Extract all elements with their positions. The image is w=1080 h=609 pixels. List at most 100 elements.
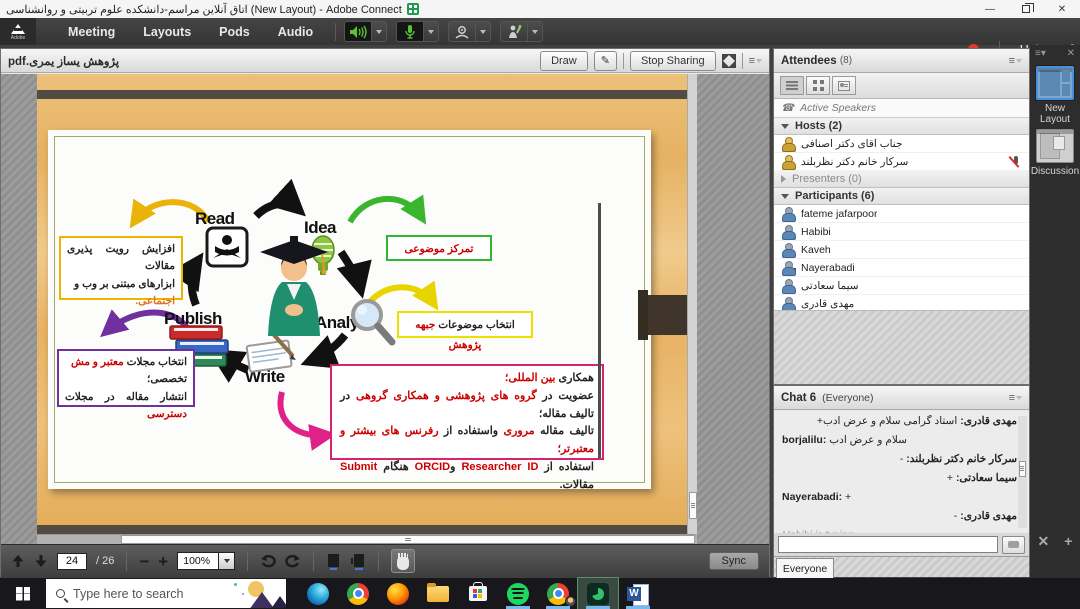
taskbar-search[interactable]: [46, 579, 286, 608]
chat-scrollbar[interactable]: [1018, 416, 1027, 528]
list-view-button[interactable]: [780, 76, 804, 95]
header-separator: [623, 53, 624, 69]
fit-page-button[interactable]: [326, 553, 341, 570]
taskbar-chrome-profile[interactable]: [538, 578, 578, 609]
vertical-scrollbar-thumb[interactable]: [689, 492, 697, 519]
participant-row[interactable]: Habibi: [774, 223, 1029, 241]
share-pod-menu-icon[interactable]: ≡: [749, 55, 762, 67]
microphone-button[interactable]: [396, 21, 424, 42]
webcam-button[interactable]: [448, 21, 476, 42]
add-layout-icon[interactable]: +: [1064, 533, 1072, 550]
window-titlebar: اتاق آنلاین مراسم-دانشکده علوم تربیتی و …: [0, 0, 1080, 18]
attendees-title: Attendees: [781, 55, 837, 67]
adobe-logo[interactable]: Adobe: [0, 18, 36, 45]
card-view-button[interactable]: [832, 76, 856, 95]
chat-header: Chat 6 (Everyone) ≡: [774, 386, 1029, 410]
search-input[interactable]: [73, 587, 213, 601]
page-divider: [37, 90, 687, 99]
taskbar-chrome[interactable]: [338, 578, 378, 609]
redo-button[interactable]: [285, 554, 301, 568]
status-dropdown[interactable]: [528, 21, 543, 42]
edge-icon: [307, 583, 329, 605]
chat-message: سیما سعادتی: +: [782, 472, 1017, 484]
webcam-dropdown[interactable]: [476, 21, 491, 42]
zoom-dropdown-button[interactable]: [219, 552, 235, 570]
microphone-dropdown[interactable]: [424, 21, 439, 42]
mic-muted-icon: [1010, 155, 1022, 169]
taskbar-spotify[interactable]: [498, 578, 538, 609]
zoom-in-button[interactable]: +: [158, 553, 168, 570]
chat-tabs: Everyone: [774, 556, 1029, 577]
taskbar-firefox[interactable]: [378, 578, 418, 609]
horizontal-scrollbar-thumb[interactable]: [121, 535, 695, 544]
close-button[interactable]: ✕: [1044, 0, 1080, 18]
participant-row[interactable]: fateme jafarpoor: [774, 205, 1029, 223]
adobe-connect-icon: [587, 583, 609, 605]
participant-user-icon: [781, 261, 794, 274]
participant-row[interactable]: Nayerabadi: [774, 259, 1029, 277]
chat-sender: مهدی قادری:: [960, 510, 1017, 522]
participant-row[interactable]: سیما سعادتی: [774, 277, 1029, 295]
layout-strip-menu-icon[interactable]: ≡▾: [1035, 48, 1046, 59]
participant-row[interactable]: Kaveh: [774, 241, 1029, 259]
stop-sharing-button[interactable]: Stop Sharing: [630, 51, 716, 71]
fit-width-button[interactable]: [350, 553, 366, 570]
tab-everyone[interactable]: Everyone: [776, 558, 834, 578]
participants-section-header[interactable]: Participants (6): [774, 188, 1029, 205]
menu-layouts[interactable]: Layouts: [143, 25, 191, 39]
page-number-input[interactable]: [57, 553, 87, 570]
host-row[interactable]: جناب آقای دکتر اصنافی: [774, 135, 1029, 153]
chat-pod-menu-icon[interactable]: ≡: [1009, 392, 1022, 404]
sync-button[interactable]: Sync: [709, 552, 759, 570]
draw-button[interactable]: Draw: [540, 51, 588, 71]
chat-sender: مهدی قادری:: [960, 415, 1017, 427]
menu-audio[interactable]: Audio: [278, 25, 313, 39]
participant-name: Kaveh: [801, 244, 831, 256]
attendees-header: Attendees (8) ≡: [774, 49, 1029, 73]
fullscreen-icon[interactable]: [722, 54, 736, 68]
layout-new-layout-thumbnail[interactable]: [1036, 66, 1074, 100]
pan-tool-button[interactable]: [391, 549, 415, 573]
chat-input-row: [774, 533, 1029, 556]
start-button[interactable]: [0, 578, 46, 609]
participant-user-icon: [781, 279, 794, 292]
delete-layout-icon[interactable]: ✕: [1038, 533, 1050, 550]
webcam-icon: [454, 25, 470, 39]
taskbar-word[interactable]: [618, 578, 658, 609]
taskbar-file-explorer[interactable]: [418, 578, 458, 609]
close-panel-icon[interactable]: ✕: [1067, 48, 1075, 59]
undo-button[interactable]: [260, 554, 276, 568]
speaker-button[interactable]: [344, 21, 372, 42]
status-button[interactable]: [500, 21, 528, 42]
chat-message: مهدی قادری: استاد گرامی سلام و عرض ادب+: [782, 415, 1017, 427]
page-down-button[interactable]: [34, 554, 48, 568]
taskbar-microsoft-store[interactable]: [458, 578, 498, 609]
horizontal-scrollbar[interactable]: [37, 534, 697, 544]
host-row[interactable]: سرکار خانم دکتر نظربلند: [774, 153, 1029, 171]
chat-sender: Nayerabadi:: [782, 491, 842, 503]
hosts-section-header[interactable]: Hosts (2): [774, 118, 1029, 135]
send-message-button[interactable]: [1002, 536, 1025, 554]
taskbar-edge[interactable]: [298, 578, 338, 609]
restore-button[interactable]: [1008, 0, 1044, 18]
menu-pods[interactable]: Pods: [219, 25, 250, 39]
chat-input[interactable]: [778, 536, 998, 553]
taskbar-adobe-connect[interactable]: [578, 578, 618, 609]
pointer-tool-button[interactable]: ✎: [594, 51, 617, 71]
attendees-pod: Attendees (8) ≡ ☎ Active Speakers Hosts …: [773, 48, 1030, 385]
page-up-button[interactable]: [11, 554, 25, 568]
grid-view-button[interactable]: [806, 76, 830, 95]
menu-meeting[interactable]: Meeting: [68, 25, 115, 39]
chat-messages: مهدی قادری: استاد گرامی سلام و عرض ادب+ …: [774, 411, 1029, 533]
attendees-pod-menu-icon[interactable]: ≡: [1009, 55, 1022, 67]
topics-box: انتخاب موضوعات جبهه پژوهش: [397, 311, 533, 338]
zoom-select[interactable]: 100%: [177, 552, 235, 570]
zoom-out-button[interactable]: −: [139, 553, 149, 570]
layout-discussion-thumbnail[interactable]: [1036, 129, 1074, 163]
minimize-button[interactable]: —: [972, 0, 1008, 18]
presenters-section-header[interactable]: Presenters (0): [774, 171, 1029, 188]
vertical-scrollbar[interactable]: [687, 74, 697, 544]
layout-strip: ≡▾ ✕ New Layout Discussion ✕ +: [1030, 45, 1080, 578]
chat-sender: سیما سعادتی:: [956, 472, 1017, 484]
speaker-dropdown[interactable]: [372, 21, 387, 42]
